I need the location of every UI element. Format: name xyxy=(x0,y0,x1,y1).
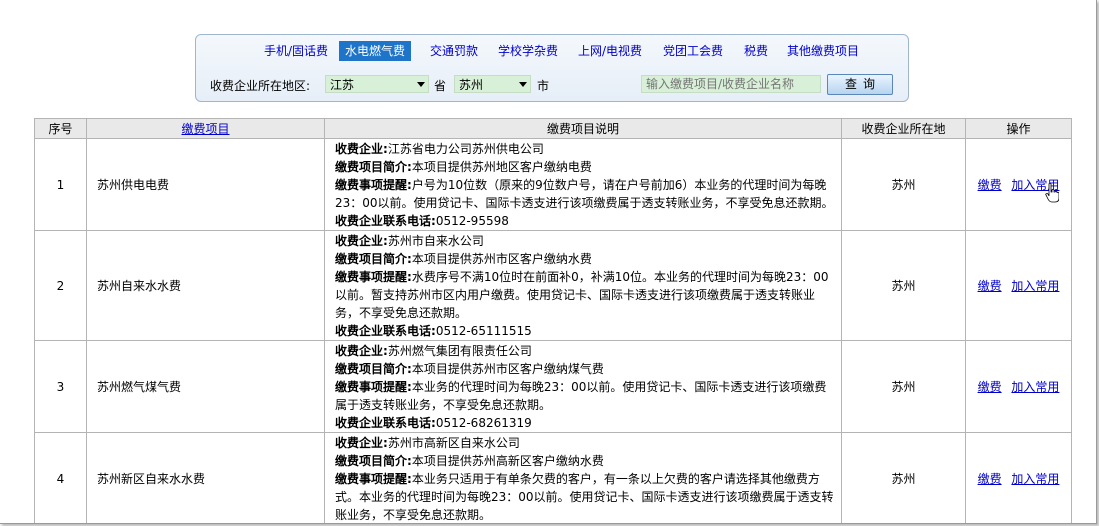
tab-other-fees[interactable]: 其他缴费项目 xyxy=(781,41,865,61)
row-description: 收费企业:苏州燃气集团有限责任公司 缴费项目简介:本项目提供苏州市区客户缴纳煤气… xyxy=(324,340,842,433)
header-desc: 缴费项目说明 xyxy=(324,118,842,139)
intro-line: 缴费项目简介:本项目提供苏州高新区客户缴纳水费 xyxy=(335,454,604,468)
row-item-name: 苏州自来水水费 xyxy=(86,230,325,341)
row-no: 2 xyxy=(34,230,87,341)
row-actions: 缴费 加入常用 xyxy=(965,432,1072,523)
search-input[interactable] xyxy=(641,75,821,93)
header-region: 收费企业所在地 xyxy=(841,118,966,139)
notice-line: 缴费事项提醒:本业务只适用于有单条欠费的客户，有一条以上欠费的客户请选择其他缴费… xyxy=(335,472,834,522)
chevron-down-icon xyxy=(519,82,527,87)
notice-line: 缴费事项提醒:本业务的代理时间为每晚23：00以前。使用贷记卡、国际卡透支进行该… xyxy=(335,380,827,412)
city-unit: 市 xyxy=(537,79,550,93)
intro-line: 缴费项目简介:本项目提供苏州地区客户缴纳电费 xyxy=(335,160,592,174)
header-no: 序号 xyxy=(34,118,87,139)
tab-party-union-fees[interactable]: 党团工会费 xyxy=(657,41,729,61)
notice-line: 缴费事项提醒:水费序号不满10位时在前面补0，补满10位。本业务的代理时间为每晚… xyxy=(335,270,829,320)
table-row: 1 苏州供电电费 收费企业:江苏省电力公司苏州供电公司 缴费项目简介:本项目提供… xyxy=(34,138,1072,231)
notice-line: 缴费事项提醒:户号为10位数（原来的9位数户号，请在户号前加6）本业务的代理时间… xyxy=(335,178,834,210)
city-value: 苏州 xyxy=(459,78,484,92)
tab-internet-tv[interactable]: 上网/电视费 xyxy=(572,41,648,61)
province-value: 江苏 xyxy=(330,78,355,92)
row-no: 1 xyxy=(34,138,87,231)
add-favorite-link[interactable]: 加入常用 xyxy=(1011,380,1059,394)
city-select[interactable]: 苏州 xyxy=(454,75,531,93)
table-row: 2 苏州自来水水费 收费企业:苏州市自来水公司 缴费项目简介:本项目提供苏州市区… xyxy=(34,230,1072,341)
row-region: 苏州 xyxy=(841,138,966,231)
add-favorite-link[interactable]: 加入常用 xyxy=(1011,472,1059,486)
tab-taxes[interactable]: 税费 xyxy=(738,41,774,61)
row-region: 苏州 xyxy=(841,340,966,433)
phone-line: 收费企业联系电话:0512-68261319 xyxy=(335,416,532,430)
row-item-name: 苏州燃气煤气费 xyxy=(86,340,325,433)
company-line: 收费企业:苏州市高新区自来水公司 xyxy=(335,436,520,450)
tab-utilities[interactable]: 水电燃气费 xyxy=(339,41,412,61)
row-description: 收费企业:苏州市高新区自来水公司 缴费项目简介:本项目提供苏州高新区客户缴纳水费… xyxy=(324,432,842,523)
pay-link[interactable]: 缴费 xyxy=(978,472,1002,486)
pay-link[interactable]: 缴费 xyxy=(978,178,1002,192)
row-actions: 缴费 加入常用 xyxy=(965,340,1072,433)
tab-school-fees[interactable]: 学校学杂费 xyxy=(492,41,564,61)
company-line: 收费企业:苏州市自来水公司 xyxy=(335,234,484,248)
chevron-down-icon xyxy=(417,82,425,87)
row-item-name: 苏州供电电费 xyxy=(86,138,325,231)
search-button[interactable]: 查询 xyxy=(827,74,893,95)
pay-link[interactable]: 缴费 xyxy=(978,279,1002,293)
intro-line: 缴费项目简介:本项目提供苏州市区客户缴纳煤气费 xyxy=(335,362,604,376)
province-select[interactable]: 江苏 xyxy=(325,75,429,93)
header-item[interactable]: 缴费项目 xyxy=(86,118,325,139)
payment-items-table: 序号 缴费项目 缴费项目说明 收费企业所在地 操作 1 苏州供电电费 收费企业:… xyxy=(34,118,1072,523)
page-frame: 手机/固话费 水电燃气费 交通罚款 学校学杂费 上网/电视费 党团工会费 税费 … xyxy=(0,0,1097,524)
table-row: 3 苏州燃气煤气费 收费企业:苏州燃气集团有限责任公司 缴费项目简介:本项目提供… xyxy=(34,340,1072,433)
intro-line: 缴费项目简介:本项目提供苏州市区客户缴纳水费 xyxy=(335,252,592,266)
region-label: 收费企业所在地区: xyxy=(210,79,311,93)
row-region: 苏州 xyxy=(841,432,966,523)
row-description: 收费企业:苏州市自来水公司 缴费项目简介:本项目提供苏州市区客户缴纳水费 缴费事… xyxy=(324,230,842,341)
category-tabs: 手机/固话费 水电燃气费 交通罚款 学校学杂费 上网/电视费 党团工会费 税费 … xyxy=(196,41,908,61)
table-header-row: 序号 缴费项目 缴费项目说明 收费企业所在地 操作 xyxy=(34,118,1072,139)
company-line: 收费企业:苏州燃气集团有限责任公司 xyxy=(335,344,532,358)
hand-cursor-icon xyxy=(1045,183,1059,203)
phone-line: 收费企业联系电话:0512-65111515 xyxy=(335,324,532,338)
province-unit: 省 xyxy=(434,79,447,93)
row-region: 苏州 xyxy=(841,230,966,341)
company-line: 收费企业:江苏省电力公司苏州供电公司 xyxy=(335,142,544,156)
sort-item-link[interactable]: 缴费项目 xyxy=(181,122,229,136)
row-actions: 缴费 加入常用 xyxy=(965,230,1072,341)
tab-traffic-fines[interactable]: 交通罚款 xyxy=(424,41,484,61)
row-description: 收费企业:江苏省电力公司苏州供电公司 缴费项目简介:本项目提供苏州地区客户缴纳电… xyxy=(324,138,842,231)
row-no: 3 xyxy=(34,340,87,433)
pay-link[interactable]: 缴费 xyxy=(978,380,1002,394)
search-panel: 手机/固话费 水电燃气费 交通罚款 学校学杂费 上网/电视费 党团工会费 税费 … xyxy=(195,34,909,102)
header-op: 操作 xyxy=(965,118,1072,139)
phone-line: 收费企业联系电话:0512-95598 xyxy=(335,214,509,228)
tab-mobile-phone[interactable]: 手机/固话费 xyxy=(258,41,334,61)
row-no: 4 xyxy=(34,432,87,523)
table-row: 4 苏州新区自来水水费 收费企业:苏州市高新区自来水公司 缴费项目简介:本项目提… xyxy=(34,432,1072,523)
row-item-name: 苏州新区自来水水费 xyxy=(86,432,325,523)
add-favorite-link[interactable]: 加入常用 xyxy=(1011,279,1059,293)
